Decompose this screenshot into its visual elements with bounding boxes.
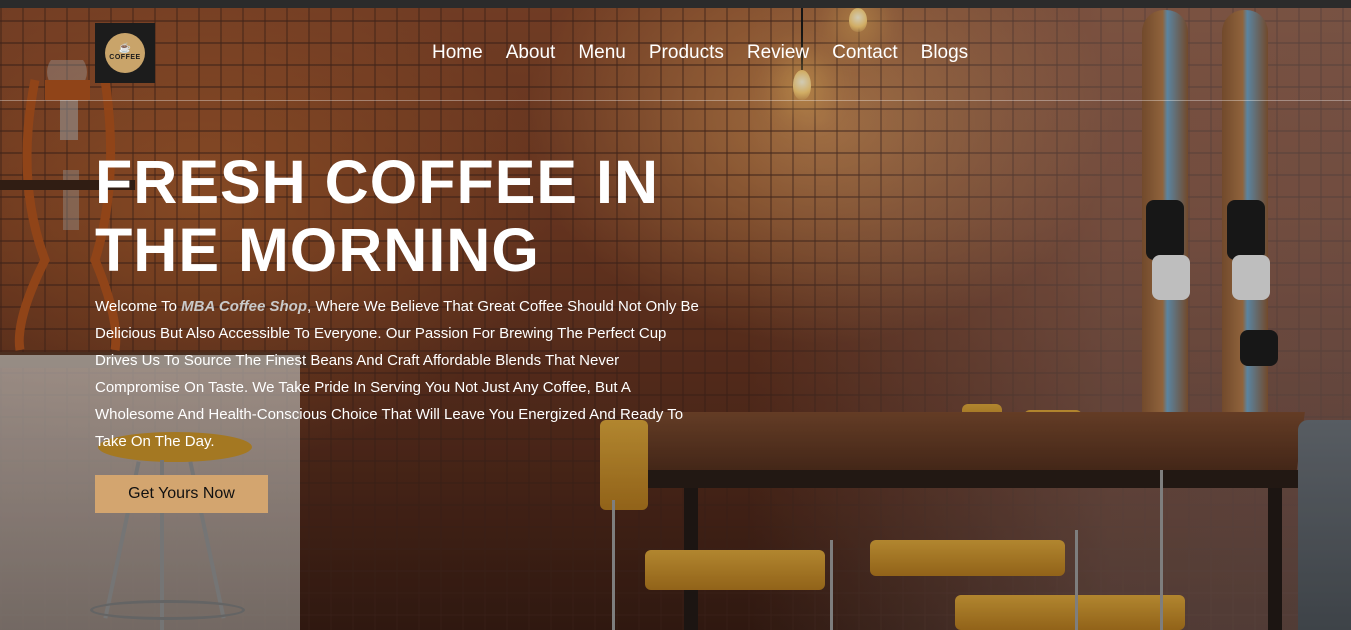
- logo-text: COFFEE: [109, 54, 141, 61]
- coffee-cup-icon: ☕: [118, 43, 132, 54]
- nav-blogs[interactable]: Blogs: [921, 42, 969, 64]
- nav-menu[interactable]: Menu: [578, 42, 626, 64]
- top-strip: [0, 0, 1351, 8]
- nav-about[interactable]: About: [506, 42, 556, 64]
- nav-home[interactable]: Home: [432, 42, 483, 64]
- nav-products[interactable]: Products: [649, 42, 724, 64]
- nav-contact[interactable]: Contact: [832, 42, 897, 64]
- logo-badge: ☕ COFFEE: [105, 33, 145, 73]
- site-header: ☕ COFFEE Home About Menu Products Review…: [0, 8, 1351, 101]
- hero-description: Welcome To MBA Coffee Shop, Where We Bel…: [95, 293, 705, 455]
- get-yours-now-button[interactable]: Get Yours Now: [95, 475, 268, 513]
- main-nav: Home About Menu Products Review Contact …: [432, 42, 991, 64]
- hero-title: FRESH COFFEE IN THE MORNING: [95, 148, 715, 284]
- hero-text-body: , Where We Believe That Great Coffee Sho…: [95, 298, 699, 450]
- hero-text-intro: Welcome To: [95, 298, 182, 315]
- brand-name: MBA Coffee Shop: [181, 298, 307, 315]
- logo[interactable]: ☕ COFFEE: [95, 23, 155, 83]
- hero-title-line2: THE MORNING: [95, 216, 540, 284]
- nav-review[interactable]: Review: [747, 42, 809, 64]
- hero-title-line1: FRESH COFFEE IN: [95, 148, 660, 216]
